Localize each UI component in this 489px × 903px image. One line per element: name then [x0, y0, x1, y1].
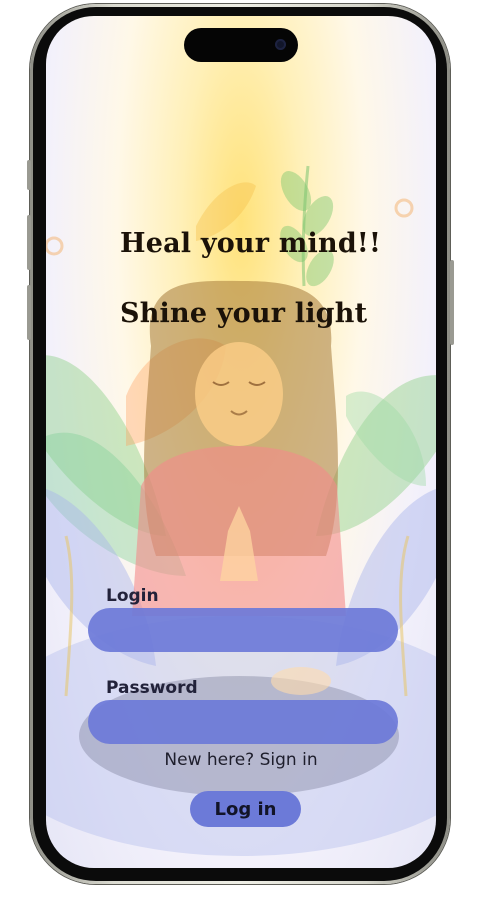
- foot-left: [271, 667, 331, 695]
- face: [195, 342, 283, 446]
- login-label: Login: [106, 586, 159, 606]
- power-button: [450, 260, 454, 345]
- volume-up-button: [27, 215, 31, 270]
- volume-down-button: [27, 285, 31, 340]
- signup-link[interactable]: New here? Sign in: [46, 750, 436, 770]
- app-screen: Heal your mind!! Shine your light Login …: [46, 16, 436, 868]
- headline-heal: Heal your mind!!: [120, 228, 382, 259]
- action-button: [27, 160, 31, 190]
- dynamic-island: [184, 28, 298, 62]
- deco-circle-left: [46, 236, 64, 256]
- login-button[interactable]: Log in: [190, 791, 301, 827]
- headline-shine: Shine your light: [120, 298, 368, 329]
- deco-circle-right: [394, 198, 414, 218]
- password-input[interactable]: [88, 700, 398, 744]
- password-label: Password: [106, 678, 198, 698]
- login-input[interactable]: [88, 608, 398, 652]
- front-camera: [275, 39, 286, 50]
